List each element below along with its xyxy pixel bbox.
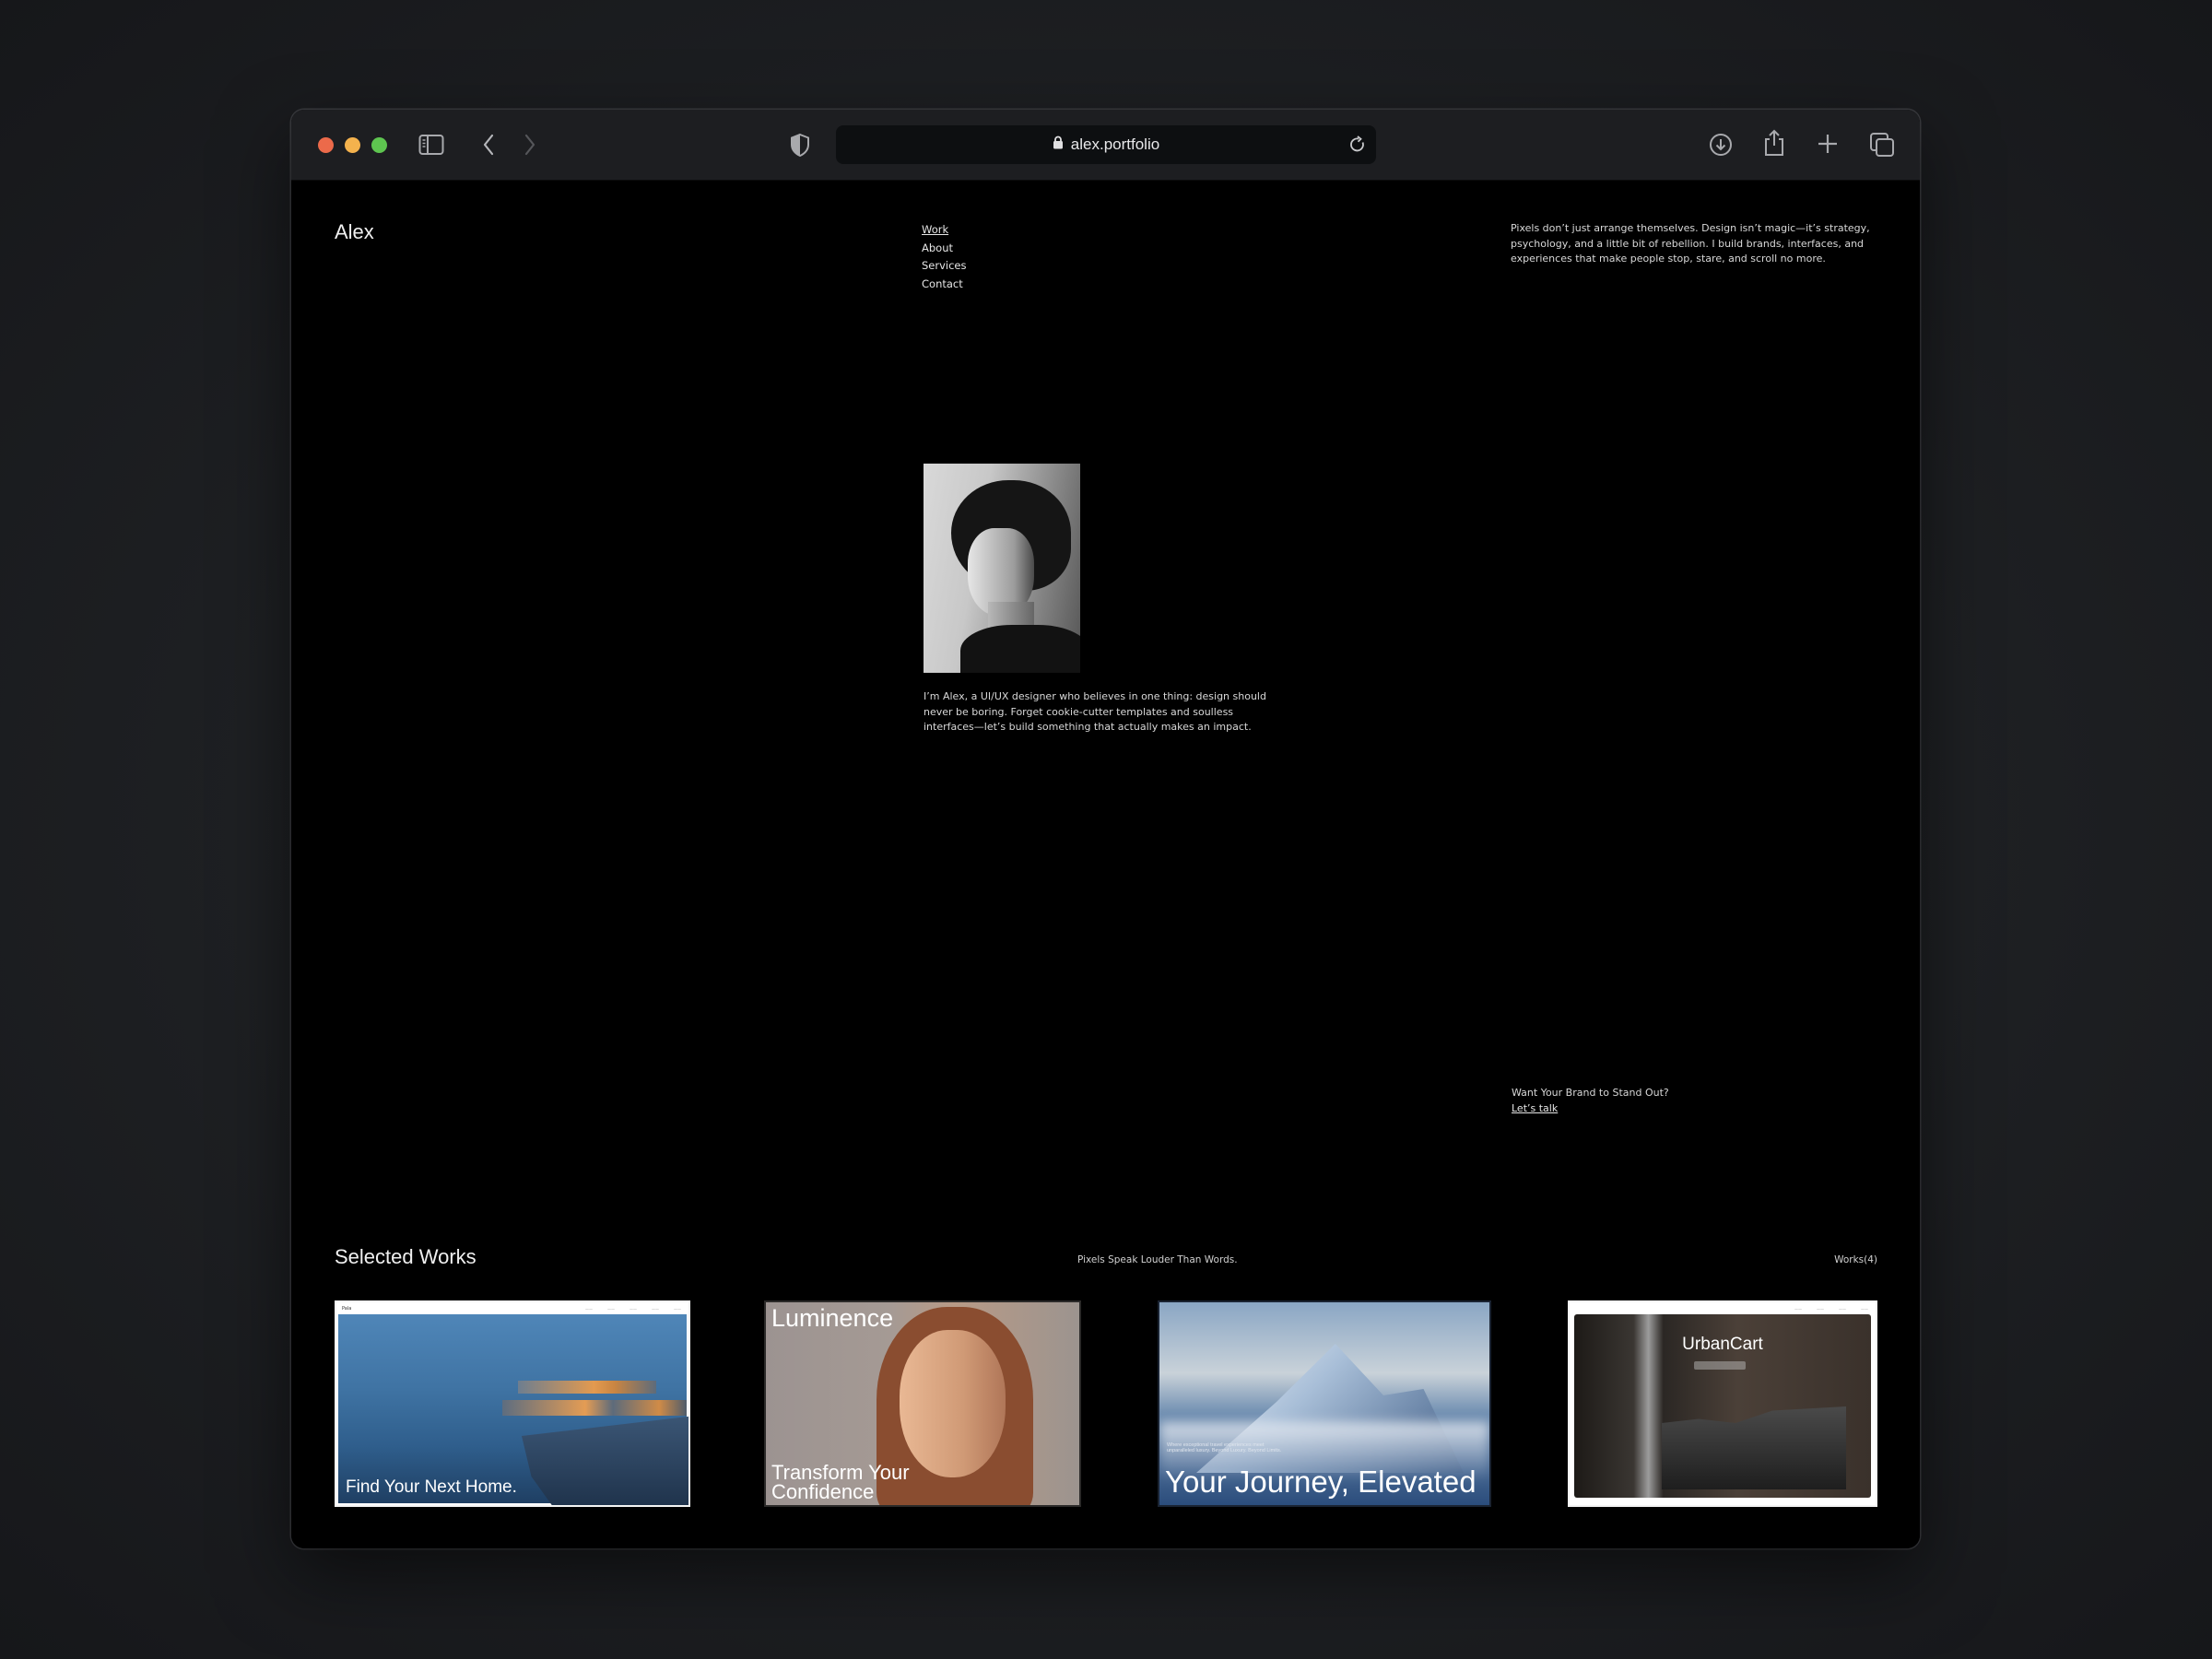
portrait-image xyxy=(924,464,1080,673)
card-headline: UrbanCart xyxy=(1682,1335,1763,1354)
plus-icon[interactable] xyxy=(1818,134,1838,154)
work-card-journey[interactable]: Where exceptional travel experiences mee… xyxy=(1158,1300,1491,1507)
chevron-right-icon[interactable] xyxy=(524,133,536,157)
browser-toolbar: alex.portfolio xyxy=(291,110,1920,181)
work-card-luminence[interactable]: Luminence Transform Your Confidence xyxy=(764,1300,1081,1507)
nav-contact[interactable]: Contact xyxy=(922,276,967,294)
cta-question: Want Your Brand to Stand Out? xyxy=(1512,1087,1669,1099)
share-icon[interactable] xyxy=(1763,128,1785,158)
site-logo[interactable]: Alex xyxy=(335,220,374,244)
url-text: alex.portfolio xyxy=(1070,135,1160,153)
card-brand: Pala xyxy=(342,1306,352,1312)
selected-works-title: Selected Works xyxy=(335,1245,477,1268)
work-card-pala[interactable]: Pala —— —— —— —— —— Find Your Next Home. xyxy=(335,1300,690,1507)
reload-icon[interactable] xyxy=(1348,135,1367,154)
cta-block: Want Your Brand to Stand Out? Let’s talk xyxy=(1512,1085,1669,1116)
main-nav: Work About Services Contact xyxy=(922,221,967,293)
works-tagline: Pixels Speak Louder Than Words. xyxy=(1077,1254,1238,1265)
headline-line-2: Confidence xyxy=(771,1480,875,1503)
tabs-overview-icon[interactable] xyxy=(1869,132,1895,158)
work-card-urbancart[interactable]: —— —— —— —— UrbanCart xyxy=(1568,1300,1877,1507)
card-subtext: Where exceptional travel experiences mee… xyxy=(1167,1442,1282,1453)
browser-window: alex.portfolio Alex Work About Services … xyxy=(291,110,1920,1548)
lets-talk-link[interactable]: Let’s talk xyxy=(1512,1100,1669,1116)
zoom-window-button[interactable] xyxy=(371,137,387,153)
minimize-window-button[interactable] xyxy=(345,137,360,153)
card-brand: Luminence xyxy=(771,1304,894,1332)
nav-about[interactable]: About xyxy=(922,240,967,258)
nav-work[interactable]: Work xyxy=(922,221,967,240)
shield-icon[interactable] xyxy=(790,133,810,158)
card-headline: Transform Your Confidence xyxy=(771,1463,910,1503)
nav-services[interactable]: Services xyxy=(922,257,967,276)
lock-icon xyxy=(1053,135,1064,154)
intro-text: Pixels don’t just arrange themselves. De… xyxy=(1511,222,1870,265)
works-count: Works(4) xyxy=(1834,1254,1877,1265)
close-window-button[interactable] xyxy=(318,137,334,153)
portfolio-page: Alex Work About Services Contact Pixels … xyxy=(291,181,1920,1548)
card-headline: Find Your Next Home. xyxy=(346,1477,517,1497)
sidebar-icon[interactable] xyxy=(418,134,444,156)
explore-collections-button xyxy=(1694,1361,1746,1370)
bio-text: I’m Alex, a UI/UX designer who believes … xyxy=(924,690,1266,733)
download-icon[interactable] xyxy=(1709,133,1733,157)
address-bar[interactable]: alex.portfolio xyxy=(836,125,1376,164)
cliff-house-image xyxy=(338,1314,688,1505)
card-headline: Your Journey, Elevated xyxy=(1165,1465,1477,1499)
chevron-left-icon[interactable] xyxy=(482,133,495,157)
